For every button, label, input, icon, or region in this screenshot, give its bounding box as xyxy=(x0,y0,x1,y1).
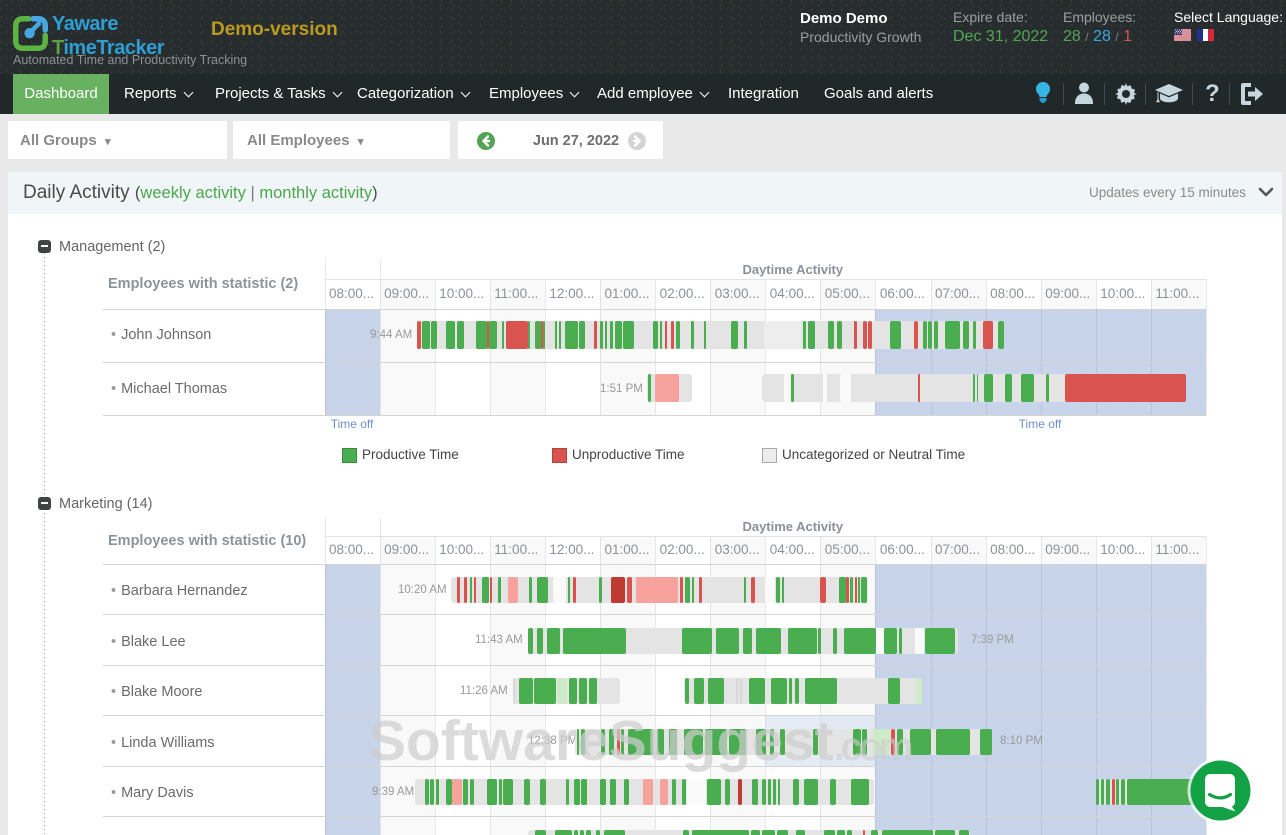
svg-text:?: ? xyxy=(1205,81,1220,107)
